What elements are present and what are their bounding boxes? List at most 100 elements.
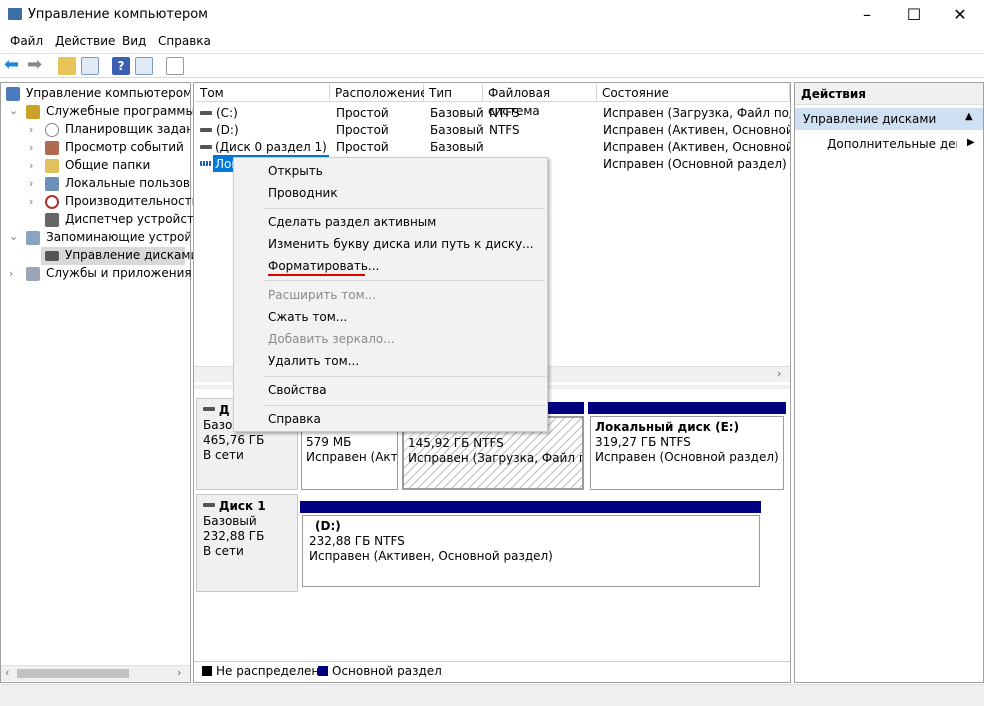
- menu-item-delete[interactable]: Удалить том...: [268, 354, 359, 368]
- menu-item-extend[interactable]: Расширить том...: [268, 288, 376, 302]
- disk-size: 465,76 ГБ: [203, 433, 265, 447]
- chevron-right-icon[interactable]: ›: [29, 159, 33, 172]
- chevron-right-icon[interactable]: ›: [29, 123, 33, 136]
- actions-section-label: Управление дисками: [803, 112, 937, 126]
- cell-status: Исправен (Активен, Основной раз: [603, 123, 790, 137]
- tree-item-shared-folders[interactable]: Общие папки: [65, 158, 150, 172]
- legend-primary: Основной раздел: [332, 664, 442, 678]
- menu-item-explorer[interactable]: Проводник: [268, 186, 338, 200]
- cell-status: Исправен (Активен, Основной раз: [603, 140, 790, 154]
- close-button[interactable]: ✕: [945, 4, 975, 26]
- legend-swatch-primary: [318, 666, 328, 676]
- cell-type: Базовый: [430, 106, 484, 120]
- chevron-right-icon[interactable]: ›: [9, 267, 13, 280]
- table-row[interactable]: (C:) Простой Базовый NTFS Исправен (Загр…: [194, 104, 790, 121]
- actions-pane: Действия Управление дисками ▲ Дополнител…: [794, 82, 984, 683]
- partition-e[interactable]: Локальный диск (E:) 319,27 ГБ NTFS Испра…: [590, 416, 784, 490]
- disk-status: В сети: [203, 544, 244, 558]
- disk-name: Д: [218, 403, 230, 417]
- column-header-layout[interactable]: Расположение: [330, 84, 428, 102]
- show-hide-tree-icon[interactable]: [81, 57, 99, 75]
- cell-layout: Простой: [336, 123, 389, 137]
- event-viewer-icon: [45, 141, 59, 155]
- cell-status: Исправен (Основной раздел): [603, 157, 787, 171]
- tree-item-local-users[interactable]: Локальные пользовате: [65, 176, 190, 190]
- submenu-arrow-icon: ▶: [967, 137, 975, 148]
- menu-item-open[interactable]: Открыть: [268, 164, 323, 178]
- partition-state: Исправен (Загрузка, Файл подк: [408, 451, 582, 465]
- menu-separator: [264, 376, 545, 377]
- menu-help[interactable]: Справка: [158, 34, 211, 48]
- cell-layout: Простой: [336, 106, 389, 120]
- chevron-right-icon[interactable]: ›: [29, 195, 33, 208]
- tree-item-services[interactable]: Службы и приложения: [46, 266, 192, 280]
- column-header-status[interactable]: Состояние: [597, 84, 790, 102]
- menu-separator: [264, 208, 545, 209]
- chevron-right-icon[interactable]: ›: [29, 177, 33, 190]
- menu-view[interactable]: Вид: [122, 34, 146, 48]
- menu-item-shrink[interactable]: Сжать том...: [268, 310, 347, 324]
- menu-item-help[interactable]: Справка: [268, 412, 321, 426]
- cell-type: Базовый: [430, 123, 484, 137]
- scrollbar-thumb[interactable]: [17, 669, 129, 678]
- tree-root[interactable]: Управление компьютером (л: [26, 86, 190, 100]
- properties-icon[interactable]: [166, 57, 184, 75]
- menu-item-change-letter[interactable]: Изменить букву диска или путь к диску...: [268, 237, 534, 251]
- scroll-right-icon[interactable]: ›: [777, 367, 781, 380]
- menu-action[interactable]: Действие: [55, 34, 115, 48]
- drive-icon: [200, 161, 212, 166]
- menu-file[interactable]: Файл: [10, 34, 43, 48]
- app-icon: [8, 8, 22, 20]
- scroll-right-icon[interactable]: ›: [177, 666, 181, 679]
- tree-item-event-viewer[interactable]: Просмотр событий: [65, 140, 184, 154]
- performance-icon: [45, 195, 59, 209]
- horizontal-scrollbar[interactable]: ‹ ›: [1, 665, 190, 681]
- maximize-button[interactable]: ☐: [899, 4, 929, 26]
- partition-state: Исправен (Акти: [306, 450, 398, 464]
- column-header-volume[interactable]: Том: [195, 84, 330, 102]
- chevron-right-icon[interactable]: ›: [29, 141, 33, 154]
- menu-item-format[interactable]: Форматировать...: [268, 259, 379, 273]
- users-icon: [45, 177, 59, 191]
- navigation-tree: Управление компьютером (л ⌄ Служебные пр…: [0, 82, 201, 683]
- tools-icon: [26, 105, 40, 119]
- help-icon[interactable]: ?: [112, 57, 130, 75]
- menu-item-add-mirror[interactable]: Добавить зеркало...: [268, 332, 395, 346]
- drive-icon: [200, 111, 212, 115]
- back-arrow-icon[interactable]: ⬅: [4, 56, 22, 75]
- partition-state: Исправен (Активен, Основной раздел): [309, 549, 553, 563]
- services-icon: [26, 267, 40, 281]
- tree-item-system-tools[interactable]: Служебные программы: [46, 104, 195, 118]
- forward-arrow-icon[interactable]: ➡: [27, 56, 45, 75]
- disk-name: Диск 1: [218, 499, 266, 513]
- partition-d[interactable]: (D:) 232,88 ГБ NTFS Исправен (Активен, О…: [302, 515, 760, 587]
- tree-item-storage[interactable]: Запоминающие устройст: [46, 230, 190, 244]
- tree-item-device-manager[interactable]: Диспетчер устройств: [65, 212, 201, 226]
- show-hide-action-icon[interactable]: [135, 57, 153, 75]
- table-row[interactable]: (D:) Простой Базовый NTFS Исправен (Акти…: [194, 121, 790, 138]
- menu-item-mark-active[interactable]: Сделать раздел активным: [268, 215, 436, 229]
- actions-section-disk-management[interactable]: Управление дисками ▲: [795, 108, 983, 130]
- divider: [194, 661, 790, 662]
- title-bar: Управление компьютером – ☐ ✕: [0, 0, 984, 30]
- disk-1-label[interactable]: Диск 1 Базовый 232,88 ГБ В сети: [196, 494, 298, 592]
- tree-item-task-scheduler[interactable]: Планировщик заданий: [65, 122, 190, 136]
- cell-volume: (Диск 0 раздел 1): [215, 140, 327, 154]
- tree-item-performance[interactable]: Производительность: [65, 194, 199, 208]
- column-header-type[interactable]: Тип: [424, 84, 483, 102]
- tree-item-disk-management[interactable]: Управление дисками: [41, 247, 198, 265]
- chevron-down-icon[interactable]: ⌄: [9, 104, 18, 117]
- collapse-up-icon[interactable]: ▲: [965, 111, 973, 122]
- column-header-filesystem[interactable]: Файловая система: [483, 84, 597, 118]
- up-folder-icon[interactable]: [58, 57, 76, 75]
- chevron-down-icon[interactable]: ⌄: [9, 230, 18, 243]
- partition-size: 579 МБ: [306, 435, 352, 449]
- format-highlight-underline: [268, 274, 365, 276]
- scroll-left-icon[interactable]: ‹: [5, 666, 9, 679]
- cell-volume: (C:): [216, 106, 238, 120]
- legend-swatch-unallocated: [202, 666, 212, 676]
- minimize-button[interactable]: –: [852, 4, 882, 26]
- table-row[interactable]: (Диск 0 раздел 1) Простой Базовый Исправ…: [194, 138, 790, 155]
- menu-item-properties[interactable]: Свойства: [268, 383, 327, 397]
- action-more-actions[interactable]: Дополнительные дей... ▶: [795, 134, 983, 154]
